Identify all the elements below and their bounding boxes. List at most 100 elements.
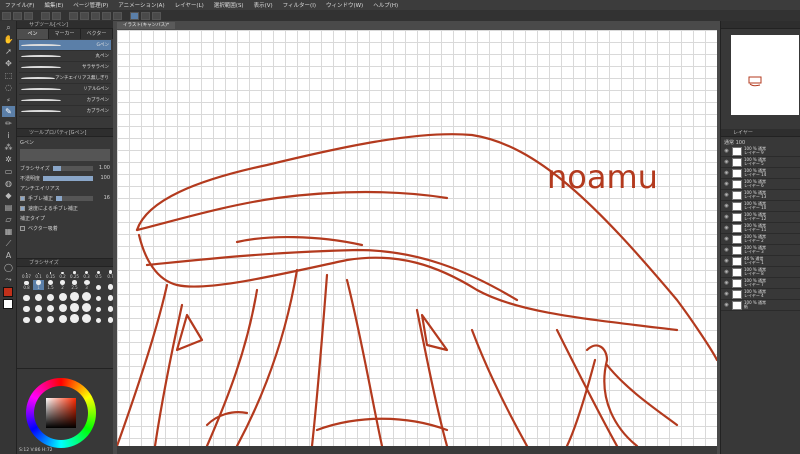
brush-size-option[interactable]: 0.3 bbox=[81, 269, 92, 279]
layer-row[interactable]: ◉ 100 % 通常 レイヤー 2 bbox=[721, 234, 800, 245]
eye-icon[interactable]: ◉ bbox=[723, 214, 730, 220]
brush-size-option[interactable] bbox=[93, 302, 104, 312]
deselect-button[interactable] bbox=[91, 11, 100, 20]
layer-row[interactable]: ◉ 100 % 通常 レイヤー 5 bbox=[721, 157, 800, 168]
brush-size-option[interactable]: 0.07 bbox=[21, 269, 32, 279]
opacity-row[interactable]: 不透明度 100 bbox=[17, 173, 113, 183]
crop-button[interactable] bbox=[113, 11, 122, 20]
vector-snap-checkbox[interactable] bbox=[20, 225, 25, 231]
layer-row[interactable]: ◉ 100 % 通常 レイヤー 4 bbox=[721, 289, 800, 300]
gradient-tool-icon[interactable]: ▤ bbox=[2, 202, 15, 213]
menu-help[interactable]: ヘルプ(H) bbox=[368, 1, 403, 9]
brush-size-option[interactable] bbox=[21, 291, 32, 301]
brush-size-option[interactable] bbox=[69, 302, 80, 312]
speed-stabilize-checkbox[interactable] bbox=[20, 205, 25, 211]
opacity-slider[interactable] bbox=[43, 175, 93, 181]
ruler-tool-icon[interactable]: ⟋ bbox=[2, 238, 15, 249]
eye-icon[interactable]: ◉ bbox=[723, 159, 730, 165]
eye-icon[interactable]: ◉ bbox=[723, 247, 730, 253]
navigator-preview[interactable] bbox=[731, 35, 799, 115]
fill-tool-icon[interactable]: ◆ bbox=[2, 190, 15, 201]
brush-size-option[interactable]: 2.5 bbox=[69, 280, 80, 290]
eye-icon[interactable]: ◉ bbox=[723, 225, 730, 231]
speed-stabilize-row[interactable]: 速度による手ブレ補正 bbox=[17, 203, 113, 213]
selection-tool-icon[interactable]: ⬚ bbox=[2, 70, 15, 81]
brush-size-option[interactable] bbox=[33, 302, 44, 312]
brush-size-row[interactable]: ブラシサイズ 1.00 bbox=[17, 163, 113, 173]
eye-icon[interactable]: ◉ bbox=[723, 258, 730, 264]
brush-item-real-g-pen[interactable]: リアルGペン bbox=[19, 84, 111, 95]
airbrush-tool-icon[interactable]: ⁂ bbox=[2, 142, 15, 153]
pen-tool-icon[interactable]: ✎ bbox=[2, 106, 15, 117]
brush-size-option[interactable]: 0.5 bbox=[93, 269, 104, 279]
menu-animation[interactable]: アニメーション(A) bbox=[113, 1, 169, 9]
eye-icon[interactable]: ◉ bbox=[723, 236, 730, 242]
decoration-tool-icon[interactable]: ✲ bbox=[2, 154, 15, 165]
brush-size-option[interactable]: 2 bbox=[57, 280, 68, 290]
eye-icon[interactable]: ◉ bbox=[723, 291, 730, 297]
layer-row[interactable]: ◉ 100 % 通常 レイヤー 13 bbox=[721, 190, 800, 201]
brush-size-option[interactable] bbox=[57, 302, 68, 312]
eye-icon[interactable]: ◉ bbox=[723, 203, 730, 209]
brush-size-option[interactable]: 0.15 bbox=[45, 269, 56, 279]
brush-size-option[interactable]: 1.5 bbox=[45, 280, 56, 290]
brush-size-option[interactable]: 1 bbox=[33, 280, 44, 290]
frame-tool-icon[interactable]: ▦ bbox=[2, 226, 15, 237]
lasso-tool-icon[interactable]: ◌ bbox=[2, 82, 15, 93]
menu-view[interactable]: 表示(V) bbox=[249, 1, 278, 9]
sub-color-chip[interactable] bbox=[3, 299, 13, 309]
eye-icon[interactable]: ◉ bbox=[723, 170, 730, 176]
eye-icon[interactable]: ◉ bbox=[723, 269, 730, 275]
brush-size-option[interactable] bbox=[93, 291, 104, 301]
canvas[interactable]: noamu bbox=[117, 30, 717, 446]
blend-mode[interactable]: 通常 bbox=[724, 140, 734, 146]
brush-size-option[interactable]: 3 bbox=[81, 280, 92, 290]
menu-file[interactable]: ファイル(F) bbox=[0, 1, 39, 9]
brush-size-option[interactable]: 0.1 bbox=[33, 269, 44, 279]
layer-row[interactable]: ◉ 100 % 通常 レイヤー 14 bbox=[721, 168, 800, 179]
eye-icon[interactable]: ◉ bbox=[723, 192, 730, 198]
saturation-value-square[interactable] bbox=[46, 398, 76, 428]
eyedropper-tool-icon[interactable]: ⸗ bbox=[2, 94, 15, 105]
snap-grid-button[interactable] bbox=[141, 11, 150, 20]
layer-row[interactable]: ◉ 100 % 通常 レイヤー 10 bbox=[721, 201, 800, 212]
eye-icon[interactable]: ◉ bbox=[723, 148, 730, 154]
brush-size-option[interactable] bbox=[69, 313, 80, 323]
brush-item-smooth-pen[interactable]: サラサラペン bbox=[19, 62, 111, 73]
layer-row[interactable]: ◉ 100 % 通常 レイヤー 9 bbox=[721, 146, 800, 157]
eye-icon[interactable]: ◉ bbox=[723, 181, 730, 187]
invert-selection-button[interactable] bbox=[102, 11, 111, 20]
menu-filter[interactable]: フィルター(I) bbox=[278, 1, 321, 9]
brush-size-option[interactable] bbox=[57, 291, 68, 301]
brush-size-option[interactable] bbox=[69, 291, 80, 301]
layer-row[interactable]: ◉ 100 % 通常 レイヤー 7 bbox=[721, 278, 800, 289]
clear-button[interactable] bbox=[69, 11, 78, 20]
brush-size-option[interactable] bbox=[33, 313, 44, 323]
menu-layer[interactable]: レイヤー(L) bbox=[170, 1, 209, 9]
move-tool-icon[interactable]: ✥ bbox=[2, 58, 15, 69]
layer-row[interactable]: ◉ 100 % 通常 レイヤー 11 bbox=[721, 223, 800, 234]
main-color-chip[interactable] bbox=[3, 287, 13, 297]
layer-row[interactable]: ◉ 100 % 通常紙 bbox=[721, 300, 800, 311]
menu-selection[interactable]: 選択範囲(S) bbox=[209, 1, 249, 9]
layer-row[interactable]: ◉ 100 % 通常 レイヤー 8 bbox=[721, 267, 800, 278]
antialias-row[interactable]: アンチエイリアス bbox=[17, 183, 113, 193]
eye-icon[interactable]: ◉ bbox=[723, 302, 730, 308]
canvas-tab[interactable]: イラスト(キャンバス)* bbox=[117, 22, 176, 29]
brush-size-option[interactable] bbox=[81, 302, 92, 312]
menu-edit[interactable]: 編集(E) bbox=[39, 1, 68, 9]
correct-line-tool-icon[interactable]: ⤳ bbox=[2, 274, 15, 285]
brush-size-option[interactable]: 0.25 bbox=[69, 269, 80, 279]
brush-size-option[interactable] bbox=[57, 313, 68, 323]
layer-row[interactable]: ◉ 100 % 通常 レイヤー 12 bbox=[721, 212, 800, 223]
brush-size-option[interactable] bbox=[93, 313, 104, 323]
layer-row[interactable]: ◉ 100 % 通常 レイヤー 3 bbox=[721, 245, 800, 256]
brush-item-round-pen[interactable]: 丸ペン bbox=[19, 51, 111, 62]
brush-size-option[interactable] bbox=[21, 302, 32, 312]
open-file-button[interactable] bbox=[13, 11, 22, 20]
new-file-button[interactable] bbox=[2, 11, 11, 20]
brush-size-option[interactable] bbox=[93, 280, 104, 290]
tab-vector[interactable]: ベクター bbox=[81, 29, 113, 39]
brush-size-option[interactable] bbox=[45, 291, 56, 301]
figure-tool-icon[interactable]: ▱ bbox=[2, 214, 15, 225]
